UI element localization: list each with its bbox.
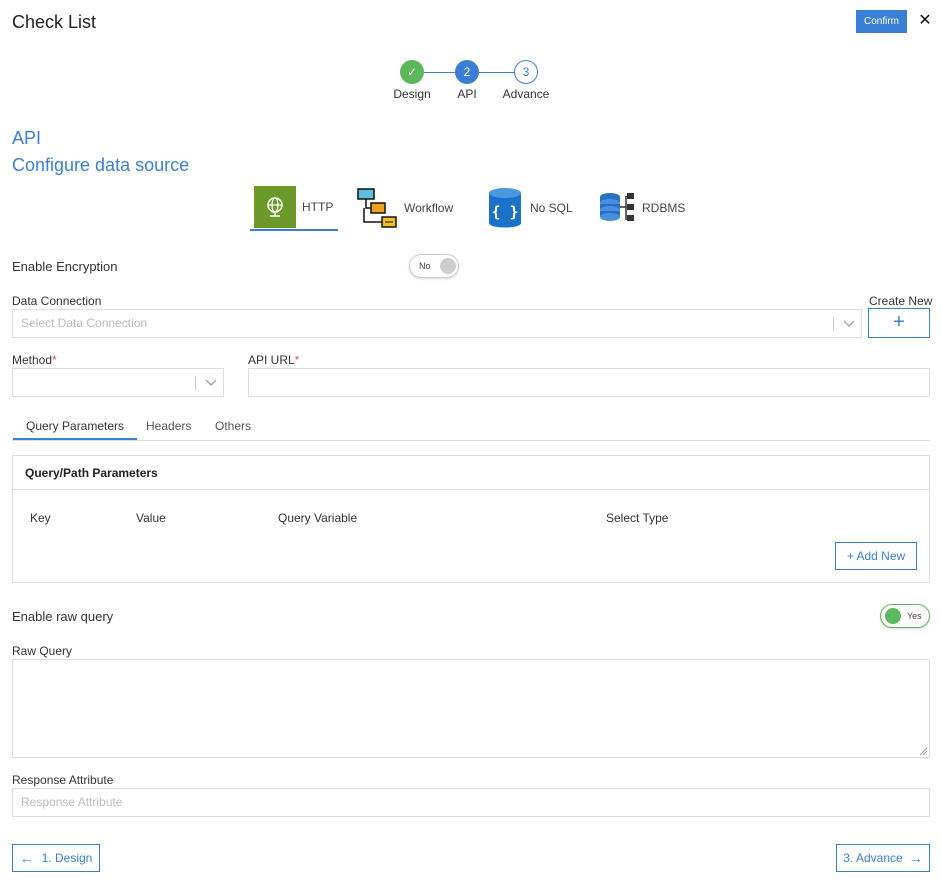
data-connection-label: Data Connection — [12, 294, 102, 308]
rdbms-icon — [598, 187, 636, 229]
section-subtitle: Configure data source — [12, 155, 190, 175]
page-title: Check List — [12, 12, 97, 32]
add-new-button[interactable]: + Add New — [835, 542, 917, 570]
step-connector — [423, 72, 455, 73]
workflow-icon — [356, 187, 398, 229]
resize-handle-icon[interactable] — [919, 747, 927, 755]
tab-query-parameters[interactable]: Query Parameters — [13, 412, 138, 440]
chevron-down-icon[interactable] — [205, 369, 217, 407]
step-advance-indicator[interactable]: 3 — [514, 60, 538, 84]
confirm-button[interactable]: Confirm — [856, 10, 907, 33]
arrow-left-icon: ← — [19, 850, 34, 866]
method-label-text: Method — [12, 353, 53, 367]
raw-query-toggle-label: Enable raw query — [12, 609, 114, 624]
toggle-knob — [440, 258, 456, 274]
create-connection-button[interactable]: + — [868, 308, 930, 338]
globe-icon — [254, 186, 296, 228]
create-new-label: Create New — [869, 294, 933, 308]
source-tab-label: RDBMS — [642, 201, 686, 215]
next-advance-button[interactable]: 3. Advance → — [836, 844, 930, 872]
raw-query-textarea[interactable] — [12, 659, 930, 758]
source-tab-workflow[interactable]: Workflow — [356, 185, 460, 231]
tab-headers[interactable]: Headers — [133, 412, 204, 440]
response-attribute-input[interactable]: Response Attribute — [12, 788, 930, 817]
encryption-toggle[interactable]: No — [409, 254, 459, 278]
source-tab-nosql[interactable]: { } No SQL — [486, 185, 574, 231]
step-design-checkmark-icon[interactable]: ✓ — [400, 60, 424, 84]
arrow-right-icon: → — [908, 850, 923, 866]
nosql-icon: { } — [486, 187, 524, 229]
back-design-button[interactable]: ← 1. Design — [12, 844, 100, 872]
select-divider — [833, 317, 834, 331]
method-select[interactable] — [12, 368, 224, 397]
source-tab-http[interactable]: HTTP — [250, 185, 338, 231]
next-button-label: 3. Advance — [843, 851, 903, 865]
step-label-advance: Advance — [502, 87, 550, 101]
tab-others[interactable]: Others — [202, 412, 264, 440]
select-divider — [195, 376, 196, 390]
required-mark: * — [52, 353, 57, 367]
column-header-key: Key — [30, 511, 51, 525]
step-connector — [479, 72, 514, 73]
toggle-text: No — [419, 261, 431, 271]
step-label-design: Design — [393, 87, 431, 101]
api-url-label-text: API URL — [248, 353, 295, 367]
raw-query-label: Raw Query — [12, 644, 73, 658]
source-tab-rdbms[interactable]: RDBMS — [598, 185, 692, 231]
column-header-query-variable: Query Variable — [278, 511, 358, 525]
toggle-text: Yes — [907, 611, 922, 621]
section-title: API — [12, 128, 42, 148]
back-button-label: 1. Design — [41, 851, 93, 865]
column-header-value: Value — [136, 511, 166, 525]
raw-query-toggle[interactable]: Yes — [880, 604, 930, 628]
query-params-panel: Query/Path Parameters Key Value Query Va… — [12, 455, 930, 583]
column-header-select-type: Select Type — [606, 511, 669, 525]
data-connection-select[interactable]: Select Data Connection — [12, 309, 862, 338]
method-label: Method* — [12, 353, 57, 367]
response-attribute-placeholder: Response Attribute — [21, 795, 123, 809]
source-tab-label: HTTP — [302, 200, 334, 214]
api-url-input[interactable] — [248, 368, 930, 397]
close-icon[interactable]: ✕ — [916, 10, 934, 32]
tabs-divider — [12, 440, 930, 441]
svg-text:{ }: { } — [491, 203, 518, 221]
data-connection-placeholder: Select Data Connection — [21, 316, 148, 330]
toggle-knob — [885, 608, 901, 624]
encryption-label: Enable Encryption — [12, 259, 118, 274]
response-attribute-label: Response Attribute — [12, 773, 114, 787]
source-tab-label: Workflow — [404, 201, 454, 215]
chevron-down-icon[interactable] — [843, 310, 855, 348]
api-url-label: API URL* — [248, 353, 299, 367]
panel-title: Query/Path Parameters — [13, 456, 929, 490]
step-api-indicator[interactable]: 2 — [455, 60, 479, 84]
step-label-api: API — [457, 87, 477, 101]
source-tab-label: No SQL — [530, 201, 573, 215]
required-mark: * — [294, 353, 300, 367]
